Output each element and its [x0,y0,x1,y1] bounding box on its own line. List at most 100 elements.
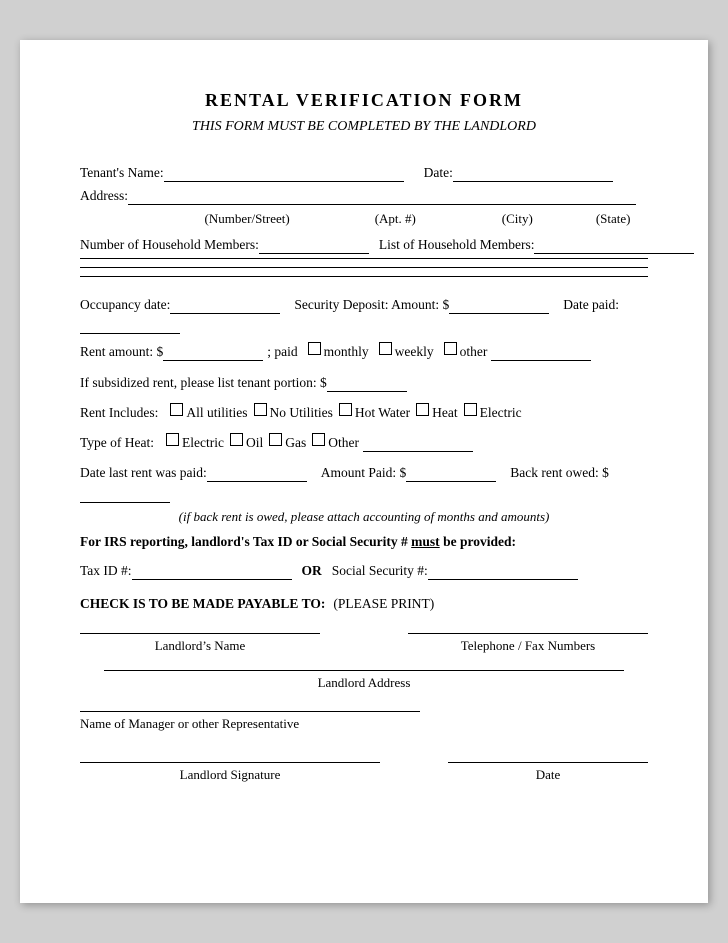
other-rent-input[interactable] [491,344,591,361]
date-paid-input[interactable] [80,317,180,334]
social-security-label: Social Security #: [332,559,428,583]
date-input[interactable] [453,165,613,182]
landlord-name-sig-label: Landlord’s Name [155,638,246,654]
weekly-label: weekly [395,340,434,364]
landlord-name-line [80,633,320,634]
rent-includes-label: Rent Includes: [80,401,158,425]
irs-label-prefix: For IRS reporting, landlord's Tax ID or … [80,534,411,549]
electric-checkbox[interactable] [464,403,477,416]
amount-paid-input[interactable] [406,465,496,482]
address-input[interactable] [128,188,636,205]
landlord-signature-block: Landlord Signature [80,762,380,783]
tax-id-input[interactable] [132,563,292,580]
form-title: RENTAL VERIFICATION FORM [80,90,648,111]
address-row: Address: [80,188,648,205]
household-members-input[interactable] [259,237,369,254]
rent-amount-label: Rent amount: $ [80,340,163,364]
please-print-label: (PLEASE PRINT) [333,596,434,611]
manager-rep-label: Name of Manager or other Representative [80,716,299,732]
date-sig-label: Date [536,767,561,783]
telephone-fax-block: Telephone / Fax Numbers [408,633,648,654]
manager-rep-line [80,711,420,712]
landlord-address-label: Landlord Address [318,675,411,691]
landlord-phone-row: Landlord’s Name Telephone / Fax Numbers [80,633,648,654]
other-checkbox[interactable] [444,342,457,355]
date-sig-block: Date [448,762,648,783]
check-payable-label: CHECK IS TO BE MADE PAYABLE TO: [80,596,325,611]
other-heat-checkbox[interactable] [312,433,325,446]
landlord-signature-line [80,762,380,763]
all-utilities-label: All utilities [186,401,247,425]
gas-checkbox[interactable] [269,433,282,446]
manager-rep-block: Name of Manager or other Representative [80,711,648,732]
landlord-name-block: Landlord’s Name [80,633,320,654]
tax-id-row: Tax ID #: OR Social Security #: [80,559,648,583]
heat-label: Heat [432,401,457,425]
type-of-heat-row: Type of Heat: Electric Oil Gas Other [80,431,648,455]
rent-includes-row: Rent Includes: All utilities No Utilitie… [80,401,648,425]
rent-amount-input[interactable] [163,344,263,361]
subsidized-input[interactable] [327,375,407,392]
list-household-label: List of Household Members: [379,237,535,253]
blank-line-3 [80,276,648,277]
date-last-rent-label: Date last rent was paid: [80,461,207,485]
no-utilities-label: No Utilities [270,401,333,425]
telephone-fax-line [408,633,648,634]
date-sig-line [448,762,648,763]
occupancy-date-input[interactable] [170,297,280,314]
form-subtitle: THIS FORM MUST BE COMPLETED BY THE LANDL… [80,119,648,135]
occupancy-date-label: Occupancy date: [80,293,170,317]
blank-line-2 [80,267,648,268]
gas-label: Gas [285,431,306,455]
electric-heat-checkbox[interactable] [166,433,179,446]
other-heat-input[interactable] [363,435,473,452]
state-label: (State) [578,211,648,227]
subsidized-row: If subsidized rent, please list tenant p… [80,371,648,395]
landlord-address-block: Landlord Address [80,670,648,691]
all-utilities-checkbox[interactable] [170,403,183,416]
type-of-heat-label: Type of Heat: [80,431,154,455]
tax-id-label: Tax ID #: [80,559,132,583]
no-utilities-checkbox[interactable] [254,403,267,416]
oil-label: Oil [246,431,263,455]
number-street-label: (Number/Street) [160,211,334,227]
subsidized-label: If subsidized rent, please list tenant p… [80,371,327,395]
weekly-checkbox[interactable] [379,342,392,355]
other-heat-label: Other [328,431,359,455]
or-label: OR [302,559,322,583]
electric-label: Electric [480,401,522,425]
occupancy-row: Occupancy date: Security Deposit: Amount… [80,293,648,334]
household-members-label: Number of Household Members: [80,237,259,253]
monthly-label: monthly [324,340,369,364]
date-label: Date: [424,165,453,181]
check-payable-row: CHECK IS TO BE MADE PAYABLE TO: (PLEASE … [80,595,648,613]
irs-label-suffix: be provided: [440,534,516,549]
back-rent-input[interactable] [80,486,170,503]
tenant-name-row: Tenant's Name: Date: [80,165,648,182]
back-rent-label: Back rent owed: $ [510,461,609,485]
paid-label: ; paid [267,340,297,364]
tenant-name-label: Tenant's Name: [80,165,164,181]
other-label: other [460,340,488,364]
list-household-input[interactable] [534,237,694,254]
city-label: (City) [456,211,578,227]
amount-paid-label: Amount Paid: $ [321,461,407,485]
social-security-input[interactable] [428,563,578,580]
security-deposit-label: Security Deposit: Amount: $ [294,293,449,317]
oil-checkbox[interactable] [230,433,243,446]
hot-water-checkbox[interactable] [339,403,352,416]
monthly-checkbox[interactable] [308,342,321,355]
irs-must-label: must [411,534,440,549]
rent-amount-row: Rent amount: $ ; paid monthly weekly oth… [80,340,648,364]
address-label: Address: [80,188,128,204]
date-paid-label: Date paid: [563,293,619,317]
landlord-address-line [104,670,624,671]
household-row: Number of Household Members: List of Hou… [80,237,648,254]
electric-heat-label: Electric [182,431,224,455]
form-page: RENTAL VERIFICATION FORM THIS FORM MUST … [20,40,708,903]
tenant-name-input[interactable] [164,165,404,182]
date-last-rent-input[interactable] [207,465,307,482]
signature-date-row: Landlord Signature Date [80,762,648,783]
heat-checkbox[interactable] [416,403,429,416]
security-deposit-input[interactable] [449,297,549,314]
